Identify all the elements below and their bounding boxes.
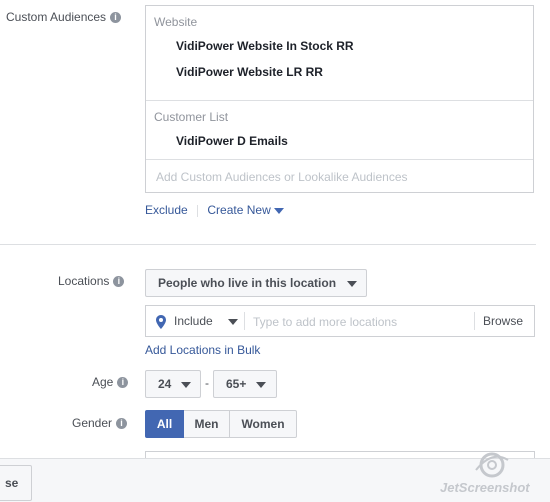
age-min-dropdown[interactable]: 24: [145, 370, 201, 398]
location-pin-icon: [156, 315, 166, 329]
locations-label-text: Locations: [58, 274, 110, 288]
locations-label: Locations i: [58, 274, 125, 288]
section-divider: [0, 244, 536, 245]
exclude-link[interactable]: Exclude: [145, 203, 188, 217]
include-label: Include: [174, 314, 213, 328]
location-type-label: People who live in this location: [158, 276, 337, 290]
include-dropdown[interactable]: Include: [174, 314, 239, 328]
gender-option-all[interactable]: All: [145, 410, 184, 438]
divider: [146, 159, 533, 160]
location-search-input[interactable]: Type to add more locations: [253, 315, 397, 329]
age-min-value: 24: [158, 377, 172, 391]
create-new-link[interactable]: Create New: [207, 203, 285, 217]
info-icon[interactable]: i: [113, 276, 125, 288]
gender-option-men[interactable]: Men: [184, 410, 230, 438]
custom-audiences-label: Custom Audiences i: [6, 10, 122, 24]
info-icon[interactable]: i: [117, 377, 129, 389]
gender-selector: All Men Women: [145, 410, 297, 438]
watermark-logo-icon: [470, 450, 514, 480]
audience-actions: Exclude Create New: [145, 203, 285, 217]
separator: [197, 204, 199, 217]
browse-button[interactable]: Browse: [483, 314, 523, 328]
age-separator: -: [205, 376, 209, 390]
custom-audience-search-input[interactable]: Add Custom Audiences or Lookalike Audien…: [156, 170, 408, 184]
audience-item[interactable]: VidiPower Website LR RR: [176, 65, 323, 79]
add-locations-bulk-link[interactable]: Add Locations in Bulk: [145, 343, 260, 357]
gender-label-text: Gender: [72, 416, 113, 430]
audience-group-heading: Website: [154, 15, 198, 29]
age-max-dropdown[interactable]: 65+: [213, 370, 277, 398]
age-label: Age i: [92, 375, 129, 389]
chevron-down-icon: [347, 280, 358, 287]
custom-audiences-label-text: Custom Audiences: [6, 10, 107, 24]
age-label-text: Age: [92, 375, 114, 389]
watermark-text: JetScreenshot: [440, 480, 530, 495]
audience-item[interactable]: VidiPower D Emails: [176, 134, 288, 148]
custom-audiences-box[interactable]: Website VidiPower Website In Stock RR Vi…: [145, 5, 534, 193]
location-type-dropdown[interactable]: People who live in this location: [145, 269, 367, 297]
gender-label: Gender i: [72, 416, 128, 430]
divider: [146, 100, 533, 101]
separator: [244, 312, 245, 330]
chevron-down-icon: [228, 318, 239, 325]
location-input-row: Include Type to add more locations Brows…: [145, 305, 535, 337]
create-new-label: Create New: [207, 203, 271, 217]
info-icon[interactable]: i: [116, 418, 128, 430]
chevron-down-icon: [255, 381, 266, 388]
gender-option-women[interactable]: Women: [230, 410, 297, 438]
info-icon[interactable]: i: [110, 12, 122, 24]
separator: [474, 312, 475, 330]
chevron-down-icon: [180, 381, 191, 388]
chevron-down-icon: [274, 207, 285, 214]
age-max-value: 65+: [226, 377, 247, 391]
audience-group-heading: Customer List: [154, 110, 229, 124]
footer-button[interactable]: se: [0, 465, 32, 501]
audience-item[interactable]: VidiPower Website In Stock RR: [176, 39, 354, 53]
